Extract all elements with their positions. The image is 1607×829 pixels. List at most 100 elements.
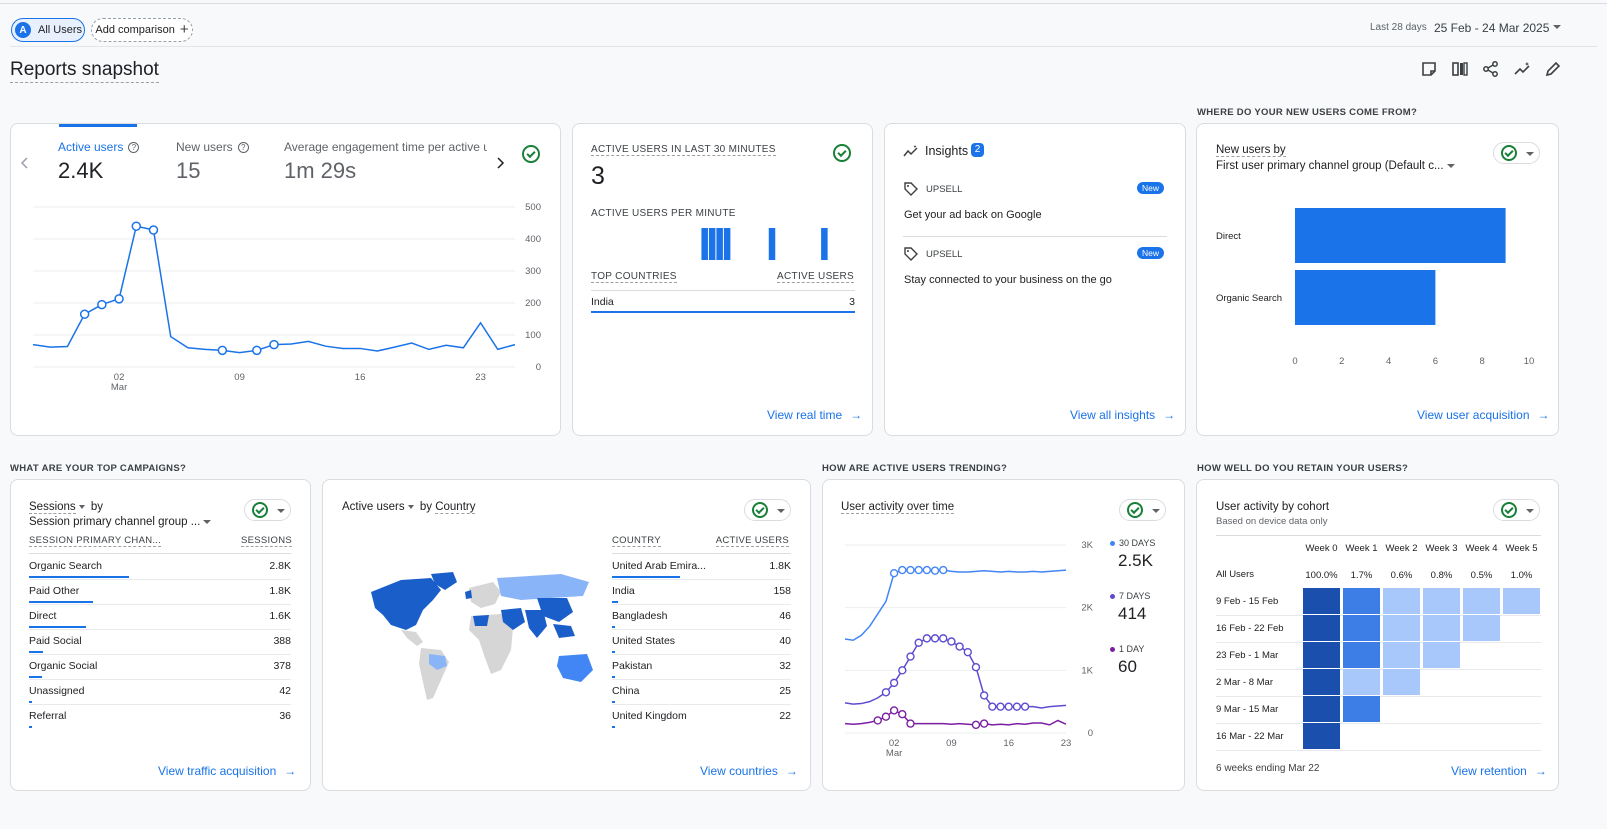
cohort-cell[interactable]: [1423, 615, 1460, 641]
cohort-cell[interactable]: [1503, 588, 1540, 614]
table-row[interactable]: Pakistan 32: [612, 660, 791, 672]
help-icon[interactable]: ?: [237, 141, 249, 153]
check-circle-icon[interactable]: [833, 144, 851, 162]
week-header: Week 4: [1465, 543, 1498, 554]
compare-menu-pill[interactable]: [244, 499, 291, 521]
chevron-right-icon[interactable]: [495, 157, 505, 169]
series-line-0: [844, 569, 1067, 642]
note-icon[interactable]: [1420, 60, 1438, 78]
cohort-cell[interactable]: [1383, 642, 1420, 668]
cohort-cell[interactable]: [1343, 669, 1380, 695]
all-users-chip[interactable]: A All Users: [11, 18, 85, 42]
col-top-countries: TOP COUNTRIES: [591, 271, 677, 283]
view-countries-link[interactable]: View countries →: [700, 764, 798, 778]
table-row[interactable]: China 25: [612, 685, 791, 697]
view-user-acquisition-link[interactable]: View user acquisition →: [1417, 408, 1550, 422]
caret-down-icon[interactable]: [407, 504, 414, 509]
compare-menu-pill[interactable]: [1493, 499, 1540, 521]
dimension-selector[interactable]: Session primary channel group ...: [29, 516, 212, 528]
cohort-cell[interactable]: [1303, 669, 1340, 695]
check-circle-icon[interactable]: [522, 145, 540, 163]
check-circle-icon: [252, 502, 268, 518]
cohort-cell[interactable]: [1303, 723, 1340, 749]
row-divider: [29, 679, 291, 680]
cohort-cell[interactable]: [1463, 615, 1500, 641]
metric-tab-engagement-time[interactable]: Average engagement time per active us 1m…: [284, 140, 487, 184]
compare-menu-pill[interactable]: [744, 499, 791, 521]
insight-tag: UPSELL: [926, 184, 963, 195]
country-name: India: [591, 296, 614, 308]
data-point: [914, 565, 923, 575]
cohort-cell[interactable]: [1303, 588, 1340, 614]
table-row[interactable]: Referral 36: [29, 710, 291, 722]
cohort-label: 2 Mar - 8 Mar: [1216, 677, 1274, 688]
all-users-value: 0.6%: [1390, 570, 1413, 581]
view-retention-link[interactable]: View retention →: [1451, 764, 1547, 778]
metric-tab-active-users[interactable]: Active users? 2.4K: [58, 140, 168, 184]
map-region-australia: [557, 654, 593, 682]
data-point: [979, 691, 989, 700]
view-traffic-acquisition-link[interactable]: View traffic acquisition →: [158, 764, 296, 778]
metric-tab-new-users[interactable]: New users? 15: [176, 140, 276, 184]
add-comparison-label: Add comparison: [95, 24, 175, 36]
chevron-down-icon[interactable]: [1553, 25, 1561, 29]
week-header: Week 1: [1345, 543, 1378, 554]
table-row[interactable]: Paid Social 388: [29, 635, 291, 647]
cohort-cell[interactable]: [1343, 615, 1380, 641]
table-row[interactable]: United Kingdom 22: [612, 710, 791, 722]
cohort-cell[interactable]: [1303, 642, 1340, 668]
cohort-cell[interactable]: [1383, 669, 1420, 695]
insight-text[interactable]: Stay connected to your business on the g…: [904, 274, 1112, 286]
cohort-cell[interactable]: [1383, 588, 1420, 614]
cohort-cell[interactable]: [1303, 615, 1340, 641]
table-row[interactable]: Organic Search 2.8K: [29, 560, 291, 572]
edit-pencil-icon[interactable]: [1544, 60, 1562, 78]
caret-down-icon[interactable]: [78, 504, 85, 509]
compare-icon[interactable]: [1451, 60, 1469, 78]
cohort-cell[interactable]: [1463, 588, 1500, 614]
table-row[interactable]: United States 40: [612, 635, 791, 647]
cohort-cell[interactable]: [1343, 588, 1380, 614]
row-divider: [29, 579, 291, 580]
cohort-cell[interactable]: [1343, 696, 1380, 722]
table-row[interactable]: Unassigned 42: [29, 685, 291, 697]
data-point: [988, 702, 997, 711]
table-row[interactable]: Direct 1.6K: [29, 610, 291, 622]
table-row[interactable]: Paid Other 1.8K: [29, 585, 291, 597]
date-range-picker[interactable]: 25 Feb - 24 Mar 2025: [1434, 21, 1549, 35]
row-divider: [612, 654, 791, 655]
compare-menu-pill[interactable]: [1493, 142, 1540, 164]
data-point: [979, 719, 989, 728]
dimension-selector[interactable]: First user primary channel group (Defaul…: [1216, 160, 1455, 172]
cohort-cell[interactable]: [1303, 696, 1340, 722]
cohort-cell[interactable]: [1423, 588, 1460, 614]
table-row[interactable]: Bangladesh 46: [612, 610, 791, 622]
compare-menu-pill[interactable]: [1119, 499, 1166, 521]
arrow-right-icon: →: [284, 764, 297, 778]
world-map[interactable]: [361, 570, 601, 710]
add-comparison-button[interactable]: Add comparison +: [91, 18, 193, 42]
chevron-left-icon[interactable]: [20, 157, 30, 169]
trend-line-chart: 3K2K1K002 09 16 23Mar: [844, 540, 1094, 759]
table-row[interactable]: Organic Social 378: [29, 660, 291, 672]
insight-text[interactable]: Get your ad back on Google: [904, 209, 1042, 221]
metric-selector[interactable]: Active users: [342, 501, 405, 513]
view-all-insights-link[interactable]: View all insights →: [1070, 408, 1175, 422]
table-row[interactable]: India 158: [612, 585, 791, 597]
cohort-cell[interactable]: [1343, 642, 1380, 668]
cohort-cell[interactable]: [1423, 642, 1460, 668]
x-tick-label: 09: [946, 738, 957, 749]
share-icon[interactable]: [1482, 60, 1500, 78]
dimension-selector[interactable]: Country: [435, 501, 476, 514]
insights-sparkle-icon[interactable]: [1513, 60, 1531, 78]
table-row[interactable]: United Arab Emira... 1.8K: [612, 560, 791, 572]
y-tick-label: 1K: [1081, 665, 1093, 676]
metric-selector[interactable]: Sessions: [29, 501, 76, 514]
data-point: [906, 565, 915, 575]
help-icon[interactable]: ?: [128, 141, 140, 153]
link-label: View user acquisition: [1417, 408, 1530, 422]
cohort-cell[interactable]: [1383, 615, 1420, 641]
category-label: Organic Search: [1216, 293, 1282, 304]
row-name: Direct: [29, 610, 57, 622]
view-real-time-link[interactable]: View real time →: [767, 408, 862, 422]
